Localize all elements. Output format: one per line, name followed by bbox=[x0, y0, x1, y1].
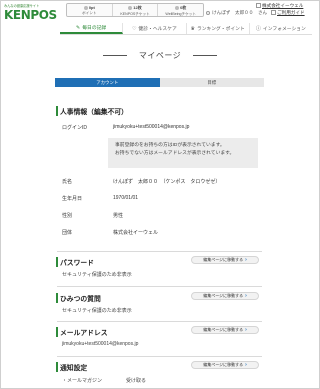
gender-label: 性別 bbox=[62, 213, 73, 219]
nav-daily-record[interactable]: ✎ 毎日の記録 bbox=[60, 23, 124, 34]
tab-bar: アカウント 目標 bbox=[55, 78, 264, 87]
secret-question-hidden-text: セキュリティ保護のため非表示 bbox=[62, 308, 132, 314]
kenpos-ticket[interactable]: 12枚 KENPOSチケット bbox=[112, 4, 159, 16]
ticket-label: KENPOSチケット bbox=[120, 12, 150, 16]
name-value: けんぽず 太郎００ （ケンポス タロウゼゼ） bbox=[113, 179, 221, 185]
wellbeing-value: 0枚 bbox=[180, 5, 187, 10]
gender-value: 男性 bbox=[113, 213, 124, 219]
coin-icon bbox=[83, 5, 88, 10]
guide-link[interactable]: ご利用ガイド bbox=[271, 10, 305, 16]
pencil-icon: ✎ bbox=[76, 24, 81, 31]
ticket-value: 12枚 bbox=[133, 5, 142, 10]
birthdate-label: 生年月日 bbox=[62, 196, 83, 202]
ticket-icon bbox=[175, 6, 180, 10]
ticket-icon bbox=[128, 6, 133, 10]
heart-icon: ♡ bbox=[131, 25, 137, 32]
chevron-right-icon: › bbox=[245, 362, 247, 368]
points-value: 0pt bbox=[88, 5, 95, 10]
nav-information[interactable]: ⓘ インフォメーション bbox=[250, 23, 312, 34]
note-line: 事前登録のをお持ちの方はIDが表示されています。 bbox=[115, 143, 225, 148]
points-panel: 0pt ポイント 12枚 KENPOSチケット 0枚 WellBeingチケット bbox=[66, 3, 204, 17]
newsletter-value: 受け取る bbox=[126, 378, 147, 384]
wellbeing-label: WellBeingチケット bbox=[165, 12, 196, 16]
page-title: マイページ bbox=[0, 50, 320, 61]
chevron-right-icon: › bbox=[245, 257, 247, 263]
newsletter-label: ・メールマガジン bbox=[62, 378, 103, 384]
email-edit-button[interactable]: 編集ページに移動する › bbox=[191, 326, 259, 334]
divider bbox=[57, 321, 262, 322]
wellbeing-ticket[interactable]: 0枚 WellBeingチケット bbox=[158, 4, 203, 16]
birthdate-value: 1970/01/01 bbox=[113, 195, 139, 201]
points-balance[interactable]: 0pt ポイント bbox=[67, 4, 113, 16]
email-title: メールアドレス bbox=[56, 327, 108, 337]
login-id-note: 事前登録のをお持ちの方はIDが表示されています。 お持ちでない方はメールアドレス… bbox=[108, 138, 258, 168]
tab-account[interactable]: アカウント bbox=[55, 78, 160, 87]
login-id-value: jimukyoku+test500014@kenpos.jp bbox=[113, 124, 190, 130]
notification-title: 通知設定 bbox=[55, 362, 87, 372]
personal-info-title: 人事情報（編集不可） bbox=[56, 106, 128, 116]
chevron-right-icon: › bbox=[245, 293, 247, 299]
note-line: お持ちでない方はメールアドレスが表示されています。 bbox=[115, 151, 235, 156]
logo-text: KENPOS bbox=[4, 8, 57, 22]
nav-ranking-points[interactable]: ♛ ランキング・ポイント bbox=[187, 23, 250, 34]
main-nav: ✎ 毎日の記録 ♡ 健診・ヘルスケア ♛ ランキング・ポイント ⓘ インフォメーション bbox=[60, 23, 312, 35]
secret-question-edit-button[interactable]: 編集ページに移動する › bbox=[191, 292, 259, 300]
password-edit-button[interactable]: 編集ページに移動する › bbox=[191, 256, 259, 264]
chevron-right-icon: › bbox=[245, 327, 247, 333]
logo[interactable]: みんなの健康応援サイト KENPOS bbox=[4, 3, 57, 22]
name-label: 氏名 bbox=[62, 179, 73, 185]
divider bbox=[57, 251, 262, 252]
notification-edit-button[interactable]: 編集ページに移動する › bbox=[191, 361, 259, 369]
group-label: 団体 bbox=[62, 230, 73, 236]
company-link[interactable]: 株式会社イーウェル bbox=[256, 3, 303, 9]
help-icon bbox=[271, 10, 276, 16]
user-icon bbox=[206, 11, 210, 15]
nav-health-care[interactable]: ♡ 健診・ヘルスケア bbox=[123, 23, 187, 34]
points-label: ポイント bbox=[82, 11, 97, 15]
info-icon: ⓘ bbox=[255, 26, 261, 32]
email-value: jimukyoku+test500014@kenpos.jp bbox=[62, 341, 139, 347]
divider bbox=[57, 286, 262, 287]
group-value: 株式会社イーウェル bbox=[113, 230, 159, 236]
password-hidden-text: セキュリティ保護のため非表示 bbox=[62, 272, 132, 278]
crown-icon: ♛ bbox=[190, 25, 195, 32]
user-name[interactable]: けんぽず 太郎００ さん bbox=[206, 10, 267, 16]
divider bbox=[57, 356, 262, 357]
tab-goal[interactable]: 目標 bbox=[159, 78, 264, 87]
building-icon bbox=[256, 3, 261, 9]
login-id-label: ログインID bbox=[62, 125, 88, 131]
password-title: パスワード bbox=[56, 257, 94, 267]
secret-question-title: ひみつの質問 bbox=[56, 293, 101, 303]
